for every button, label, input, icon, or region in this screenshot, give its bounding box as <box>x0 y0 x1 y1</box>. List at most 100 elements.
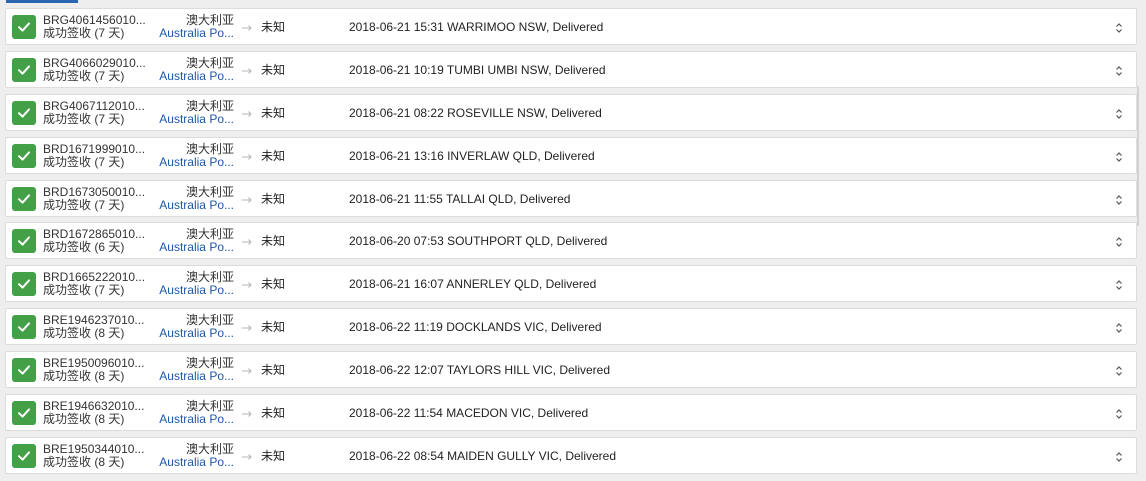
tracking-number[interactable]: BRD1671999010... <box>43 143 151 156</box>
latest-event: 2018-06-22 11:19 DOCKLANDS VIC, Delivere… <box>349 320 602 335</box>
latest-event: 2018-06-22 12:07 TAYLORS HILL VIC, Deliv… <box>349 363 611 378</box>
shipment-row[interactable]: BRE1946632010... 成功签收 (8 天) 澳大利亚 Austral… <box>5 394 1137 432</box>
origin-country: 澳大利亚 <box>185 399 234 414</box>
delivery-status: 成功签收 (7 天) <box>43 111 125 126</box>
shipment-row[interactable]: BRD1665222010... 成功签收 (7 天) 澳大利亚 Austral… <box>5 265 1137 303</box>
check-icon[interactable] <box>12 443 36 468</box>
destination-country: 未知 <box>261 448 286 463</box>
carrier-link[interactable]: Australia Po... <box>156 241 234 254</box>
carrier-cell: 澳大利亚 Australia Po... <box>156 184 234 212</box>
delivery-status: 成功签收 (6 天) <box>43 240 125 255</box>
carrier-cell: 澳大利亚 Australia Po... <box>156 442 234 469</box>
destination-country: 未知 <box>261 191 286 206</box>
shipment-row[interactable]: BRE1950096010... 成功签收 (8 天) 澳大利亚 Austral… <box>5 351 1137 389</box>
check-icon[interactable] <box>12 15 36 39</box>
expand-toggle-icon[interactable] <box>1114 235 1124 248</box>
latest-event: 2018-06-22 08:54 MAIDEN GULLY VIC, Deliv… <box>349 448 617 463</box>
expand-toggle-icon[interactable] <box>1114 407 1124 419</box>
destination-country: 未知 <box>261 234 286 249</box>
expand-toggle-icon[interactable] <box>1114 107 1124 119</box>
expand-toggle-icon[interactable] <box>1114 364 1124 376</box>
tracking-cell: BRG4061456010... 成功签收 (7 天) <box>43 14 151 40</box>
scrollbar[interactable] <box>1137 86 1139 226</box>
destination-country: 未知 <box>261 20 286 34</box>
expand-toggle-icon[interactable] <box>1114 64 1124 76</box>
tracking-number[interactable]: BRD1673050010... <box>43 186 151 199</box>
tracking-cell: BRD1672865010... 成功签收 (6 天) <box>43 228 151 254</box>
origin-country: 澳大利亚 <box>185 184 234 199</box>
check-icon[interactable] <box>12 272 36 297</box>
arrow-right-icon <box>241 450 253 462</box>
tracking-number[interactable]: BRG4066029010... <box>43 57 151 70</box>
carrier-link[interactable]: Australia Po... <box>156 413 234 426</box>
shipment-row[interactable]: BRG4066029010... 成功签收 (7 天) 澳大利亚 Austral… <box>5 50 1137 88</box>
carrier-cell: 澳大利亚 Australia Po... <box>156 271 234 297</box>
latest-event: 2018-06-22 11:54 MACEDON VIC, Delivered <box>349 406 589 421</box>
carrier-link[interactable]: Australia Po... <box>156 113 234 126</box>
origin-country: 澳大利亚 <box>185 227 234 242</box>
delivery-status: 成功签收 (8 天) <box>43 412 125 427</box>
shipment-row[interactable]: BRD1671999010... 成功签收 (7 天) 澳大利亚 Austral… <box>5 136 1137 174</box>
shipment-row[interactable]: BRD1672865010... 成功签收 (6 天) 澳大利亚 Austral… <box>5 222 1137 260</box>
carrier-link[interactable]: Australia Po... <box>156 327 234 340</box>
carrier-cell: 澳大利亚 Australia Po... <box>156 228 234 254</box>
delivery-status: 成功签收 (7 天) <box>43 283 125 298</box>
carrier-link[interactable]: Australia Po... <box>156 199 234 212</box>
origin-country: 澳大利亚 <box>185 13 234 27</box>
check-icon[interactable] <box>12 186 36 211</box>
tracking-cell: BRE1950344010... 成功签收 (8 天) <box>43 443 151 469</box>
carrier-link[interactable]: Australia Po... <box>156 27 234 40</box>
carrier-cell: 澳大利亚 Australia Po... <box>156 55 234 83</box>
arrow-right-icon <box>241 107 253 119</box>
tracking-number[interactable]: BRG4067112010... <box>43 100 151 113</box>
destination-country: 未知 <box>261 406 286 421</box>
tracking-cell: BRE1950096010... 成功签收 (8 天) <box>43 357 151 383</box>
carrier-link[interactable]: Australia Po... <box>156 456 234 469</box>
shipment-row[interactable]: BRG4061456010... 成功签收 (7 天) 澳大利亚 Austral… <box>5 8 1137 45</box>
carrier-cell: 澳大利亚 Australia Po... <box>156 142 234 169</box>
arrow-right-icon <box>241 278 253 290</box>
destination-country: 未知 <box>261 363 286 378</box>
latest-event: 2018-06-21 10:19 TUMBI UMBI NSW, Deliver… <box>349 62 606 77</box>
expand-toggle-icon[interactable] <box>1114 193 1124 205</box>
destination-country: 未知 <box>261 277 286 292</box>
origin-country: 澳大利亚 <box>185 98 234 113</box>
delivery-status: 成功签收 (7 天) <box>43 68 125 83</box>
check-icon[interactable] <box>12 358 36 383</box>
shipment-row[interactable]: BRE1950344010... 成功签收 (8 天) 澳大利亚 Austral… <box>5 436 1137 474</box>
carrier-cell: 澳大利亚 Australia Po... <box>156 400 234 426</box>
destination-country: 未知 <box>261 62 286 77</box>
carrier-link[interactable]: Australia Po... <box>156 370 234 383</box>
check-icon[interactable] <box>12 229 36 254</box>
carrier-link[interactable]: Australia Po... <box>156 156 234 169</box>
latest-event: 2018-06-21 08:22 ROSEVILLE NSW, Delivere… <box>349 105 602 120</box>
expand-toggle-icon[interactable] <box>1114 450 1124 462</box>
carrier-link[interactable]: Australia Po... <box>156 284 234 297</box>
arrow-right-icon <box>241 407 253 419</box>
destination-country: 未知 <box>261 148 286 163</box>
check-icon[interactable] <box>12 401 36 426</box>
carrier-cell: 澳大利亚 Australia Po... <box>156 314 234 340</box>
arrow-right-icon <box>241 150 253 162</box>
check-icon[interactable] <box>12 100 36 125</box>
tracking-number[interactable]: BRE1950344010... <box>43 443 151 456</box>
check-icon[interactable] <box>12 143 36 168</box>
expand-toggle-icon[interactable] <box>1114 150 1124 162</box>
delivery-status: 成功签收 (7 天) <box>43 154 125 169</box>
origin-country: 澳大利亚 <box>185 55 234 70</box>
shipment-row[interactable]: BRD1673050010... 成功签收 (7 天) 澳大利亚 Austral… <box>5 179 1137 217</box>
carrier-link[interactable]: Australia Po... <box>156 70 234 83</box>
destination-country: 未知 <box>261 105 286 120</box>
shipment-row[interactable]: BRE1946237010... 成功签收 (8 天) 澳大利亚 Austral… <box>5 308 1137 346</box>
carrier-cell: 澳大利亚 Australia Po... <box>156 98 234 126</box>
expand-toggle-icon[interactable] <box>1114 21 1124 33</box>
latest-event: 2018-06-21 11:55 TALLAI QLD, Delivered <box>349 191 571 206</box>
tracking-cell: BRE1946237010... 成功签收 (8 天) <box>43 314 151 340</box>
check-icon[interactable] <box>12 57 36 82</box>
arrow-right-icon <box>241 321 253 333</box>
check-icon[interactable] <box>12 315 36 340</box>
shipment-row[interactable]: BRG4067112010... 成功签收 (7 天) 澳大利亚 Austral… <box>5 93 1137 131</box>
arrow-right-icon <box>241 64 253 76</box>
expand-toggle-icon[interactable] <box>1114 278 1124 291</box>
expand-toggle-icon[interactable] <box>1114 321 1124 334</box>
